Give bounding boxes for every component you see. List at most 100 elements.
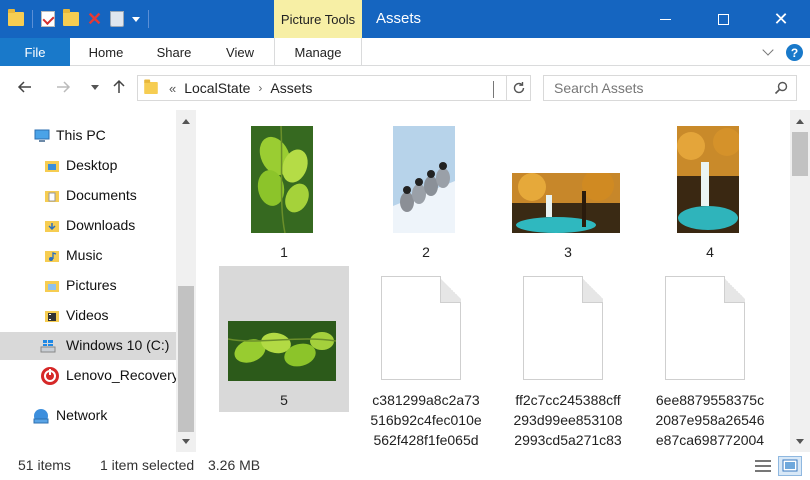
image-thumbnail	[393, 126, 455, 233]
scroll-up-button[interactable]	[176, 112, 196, 130]
desktop-folder-icon	[45, 161, 59, 172]
up-button[interactable]	[108, 76, 130, 98]
nav-item-documents[interactable]: Documents	[0, 182, 176, 210]
back-button[interactable]	[14, 76, 36, 98]
scroll-down-button[interactable]	[790, 432, 810, 450]
address-history-button[interactable]	[493, 81, 494, 98]
image-thumbnail	[677, 126, 739, 233]
recycle-bin-icon[interactable]	[110, 11, 125, 27]
file-name-line: 293d99ee853108	[513, 412, 623, 428]
downloads-folder-icon	[45, 221, 59, 232]
file-name-line: ff2c7cc245388cff	[515, 392, 621, 408]
ribbon-tabs: File Home Share View Manage ?	[0, 38, 810, 66]
file-name: 4	[706, 244, 714, 260]
nav-item-label: Pictures	[66, 277, 117, 293]
file-name-line: 562f428f1fe065d	[373, 432, 479, 448]
file-name-line: 6ee8879558375c	[655, 392, 765, 408]
file-tile-8[interactable]: 6ee8879558375c 2087e958a26546 e87ca69877…	[645, 266, 775, 448]
file-name: 3	[564, 244, 572, 260]
refresh-button[interactable]	[506, 76, 530, 100]
breadcrumb-localstate[interactable]: LocalState	[184, 80, 250, 96]
status-bar: 51 items 1 item selected 3.26 MB	[0, 452, 810, 480]
image-thumbnail	[228, 321, 336, 381]
pictures-folder-icon	[45, 281, 59, 292]
nav-item-label: Desktop	[66, 157, 118, 173]
file-tile-6[interactable]: c381299a8c2a73 516b92c4fec010e 562f428f1…	[361, 266, 491, 448]
chevron-down-icon	[493, 81, 494, 98]
file-tile-3[interactable]: 3	[503, 118, 633, 264]
file-tile-2[interactable]: 2	[361, 118, 491, 264]
nav-item-windows-10-c[interactable]: Windows 10 (C:)	[0, 332, 176, 360]
address-bar[interactable]: « LocalState › Assets	[137, 75, 531, 101]
breadcrumb-assets[interactable]: Assets	[270, 80, 312, 96]
scrollbar-thumb[interactable]	[792, 132, 808, 176]
file-name-line: c381299a8c2a73	[372, 392, 480, 408]
address-overflow-button[interactable]: «	[169, 81, 176, 96]
nav-item-label: Documents	[66, 187, 137, 203]
file-name-line: e87ca698772004	[655, 432, 765, 448]
arrow-right-icon	[57, 81, 71, 93]
breadcrumb-separator[interactable]: ›	[258, 81, 262, 95]
nav-item-pictures[interactable]: Pictures	[0, 272, 176, 300]
tab-manage[interactable]: Manage	[274, 38, 362, 66]
nav-item-desktop[interactable]: Desktop	[0, 152, 176, 180]
drive-icon	[40, 340, 56, 353]
window-title: Assets	[376, 10, 422, 27]
nav-item-lenovo-recovery[interactable]: Lenovo_Recovery	[0, 362, 179, 390]
details-view-icon[interactable]	[754, 458, 772, 474]
chevron-down-icon	[796, 438, 804, 444]
forward-button[interactable]	[52, 76, 74, 98]
properties-icon[interactable]	[41, 11, 55, 27]
file-tile-1[interactable]: 1	[219, 118, 349, 264]
minimize-button[interactable]	[636, 0, 694, 38]
tab-share[interactable]: Share	[144, 38, 204, 66]
search-box[interactable]	[543, 75, 797, 101]
network-icon	[33, 409, 49, 424]
delete-icon[interactable]: ✕	[87, 10, 102, 28]
chevron-up-icon	[182, 118, 190, 124]
large-icons-view-button[interactable]	[778, 456, 802, 476]
divider	[32, 10, 33, 28]
tab-view[interactable]: View	[210, 38, 270, 66]
help-icon[interactable]: ?	[786, 44, 803, 61]
scroll-down-button[interactable]	[176, 432, 196, 450]
file-name: 5	[280, 392, 288, 408]
image-thumbnail	[251, 126, 313, 233]
close-icon: ✕	[773, 9, 789, 29]
scroll-up-button[interactable]	[790, 112, 810, 130]
file-tile-4[interactable]: 4	[645, 118, 775, 264]
chevron-down-icon	[762, 44, 774, 56]
picture-tools-context-label: Picture Tools	[274, 0, 362, 38]
title-bar: ✕ Picture Tools Assets ✕	[0, 0, 810, 38]
search-input[interactable]	[544, 80, 764, 96]
customize-toolbar-chevron-down-icon[interactable]	[132, 16, 141, 22]
minimize-icon	[659, 18, 671, 20]
nav-item-label: This PC	[56, 127, 106, 143]
item-count: 51 items	[18, 457, 71, 473]
file-tile-7[interactable]: ff2c7cc245388cff 293d99ee853108 2993cd5a…	[503, 266, 633, 448]
tab-home[interactable]: Home	[76, 38, 136, 66]
nav-item-label: Network	[56, 407, 108, 423]
expand-ribbon-button[interactable]	[760, 44, 776, 60]
new-folder-icon[interactable]	[63, 9, 79, 26]
nav-item-downloads[interactable]: Downloads	[0, 212, 176, 240]
content-scrollbar[interactable]	[790, 110, 810, 452]
navigation-scrollbar[interactable]	[176, 110, 196, 452]
close-button[interactable]: ✕	[752, 0, 810, 38]
nav-item-videos[interactable]: Videos	[0, 302, 176, 330]
scrollbar-thumb[interactable]	[178, 286, 194, 432]
arrow-up-icon	[113, 79, 125, 93]
file-tile-5[interactable]: 5	[219, 266, 349, 412]
nav-item-network[interactable]: Network	[0, 402, 176, 430]
recent-locations-button[interactable]	[84, 76, 106, 98]
address-toolbar: « LocalState › Assets	[0, 66, 810, 110]
search-icon[interactable]	[774, 81, 788, 95]
file-name: 1	[280, 244, 288, 260]
recovery-drive-icon	[41, 367, 59, 385]
tab-file[interactable]: File	[0, 38, 70, 66]
nav-item-music[interactable]: Music	[0, 242, 176, 270]
document-fold	[440, 276, 461, 303]
maximize-button[interactable]	[694, 0, 752, 38]
refresh-icon	[513, 82, 524, 94]
nav-item-this-pc[interactable]: This PC	[0, 122, 176, 150]
